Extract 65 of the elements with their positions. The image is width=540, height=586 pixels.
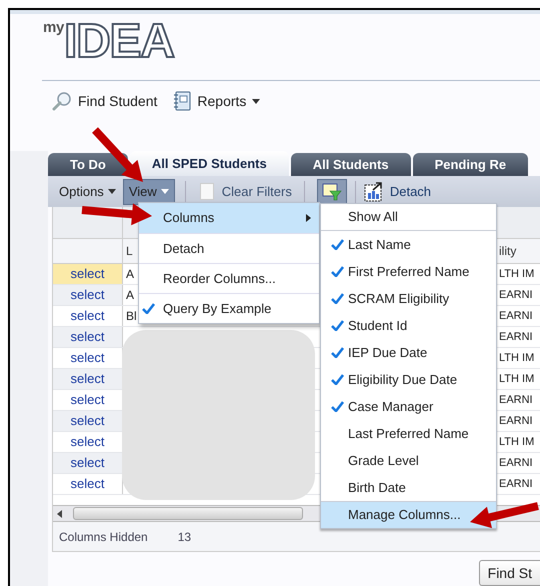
table-cell-text: LTH IM [499,266,534,282]
table-cell-text: LTH IM [499,372,534,387]
menu-item[interactable]: Birth Date [321,474,496,501]
annotation-arrow [470,502,539,528]
menu-item[interactable]: First Preferred Name [321,258,496,285]
menu-item[interactable]: Last Preferred Name [321,420,496,447]
page-icon [200,183,214,200]
nav-link[interactable]: Reports [173,90,260,112]
columns-hidden-label: Columns Hidden [59,528,148,546]
submenu-arrow-icon [306,214,311,222]
table-cell-text: A [126,287,134,304]
table-cell-text: EARNI [499,288,533,303]
table-cell-text: EARNI [499,392,533,408]
menu-item[interactable]: Grade Level [321,447,496,474]
select-link[interactable]: select [53,264,123,284]
options-menu-button[interactable]: Options [56,180,119,204]
caret-icon [252,98,260,104]
menu-item[interactable]: IEP Due Date [321,339,496,366]
menu-item[interactable]: Eligibility Due Date [321,366,496,393]
select-link[interactable]: select [53,453,123,473]
detach-button[interactable]: Detach [364,180,432,204]
logo-title: IDEA [64,18,174,66]
notebook-icon [173,91,192,111]
menu-item[interactable]: Manage Columns... [321,501,496,528]
columns-hidden-count: 13 [178,528,192,546]
table-cell-text: EARNI [499,308,533,324]
menu-item[interactable]: Query By Example [139,293,319,323]
caret-icon [160,189,169,194]
menu-item[interactable]: Columns [139,203,319,233]
logo-text: my [43,20,64,35]
find-student-button[interactable]: Find St [478,560,540,586]
select-link[interactable]: select [53,369,123,389]
table-cell-text: LTH IM [499,350,534,366]
menu-item[interactable]: Detach [139,233,319,263]
nav-link[interactable]: Find Student [52,90,158,112]
annotation-arrow [82,203,152,226]
table-cell-text: LTH IM [499,434,534,450]
menu-item[interactable]: Reorder Columns... [139,263,319,293]
tab[interactable]: All Students [290,153,411,176]
table-cell-text: EARNI [499,330,533,345]
table-cell-text: Bl [126,308,137,325]
select-link[interactable]: select [53,327,123,347]
column-header: L [126,243,133,260]
menu-item[interactable]: SCRAM Eligibility [321,285,496,312]
caret-icon [108,189,116,194]
table-cell-text: EARNI [499,456,533,471]
menu-item[interactable]: Student Id [321,312,496,339]
menu-item[interactable]: Show All [321,204,496,231]
filter-icon [322,182,342,200]
table-cell-text: A [126,266,134,283]
view-menu-button[interactable]: View [122,178,175,204]
tab[interactable]: Pending Re [412,153,528,176]
clear-filters-button[interactable]: Clear Filters [200,180,292,204]
select-link[interactable]: select [53,285,123,305]
filter-toggle-button[interactable] [316,178,347,204]
scrollbar-thumb[interactable] [73,507,303,520]
tab[interactable]: All SPED Students [130,151,289,176]
search-icon [52,91,72,111]
tab[interactable]: To Do [48,153,128,176]
table-cell-text: EARNI [499,414,533,429]
column-header: ility [499,243,516,260]
select-link[interactable]: select [53,411,123,431]
menu-item[interactable]: Last Name [321,231,496,258]
table-cell-text: EARNI [499,476,533,492]
menu-item[interactable]: Case Manager [321,393,496,420]
